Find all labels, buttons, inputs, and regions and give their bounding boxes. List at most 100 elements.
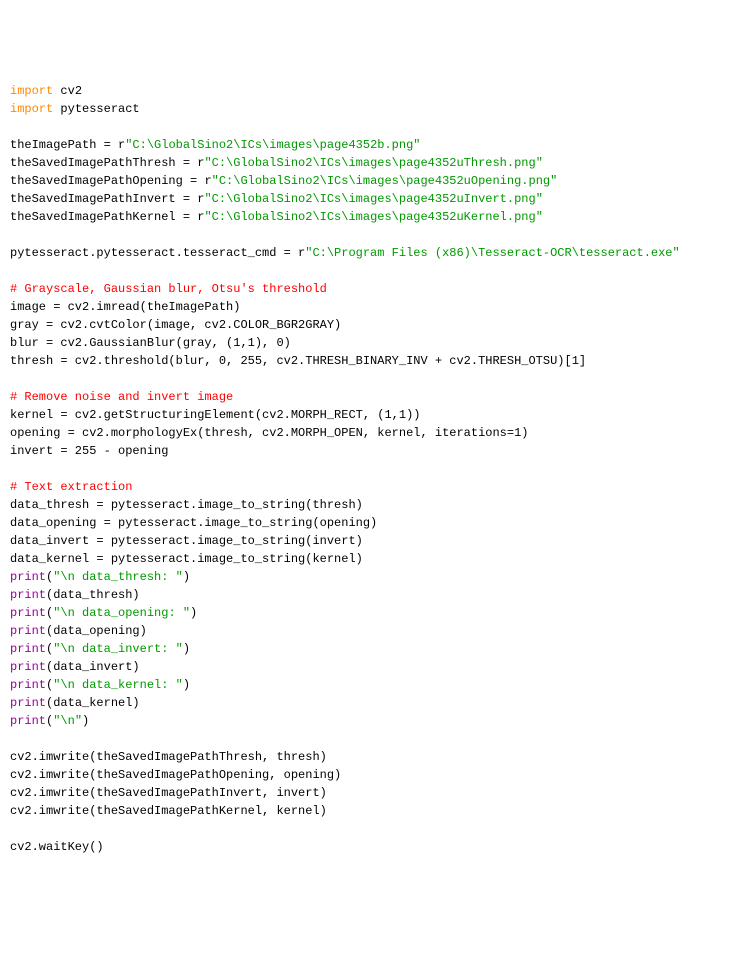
code-token: print	[10, 642, 46, 656]
code-token: print	[10, 570, 46, 584]
code-token: (data_kernel)	[46, 696, 140, 710]
code-token: "C:\GlobalSino2\ICs\images\page4352uOpen…	[212, 174, 558, 188]
code-line: gray = cv2.cvtColor(image, cv2.COLOR_BGR…	[10, 316, 738, 334]
code-token: "\n"	[53, 714, 82, 728]
code-token: "C:\GlobalSino2\ICs\images\page4352b.png…	[125, 138, 420, 152]
code-line	[10, 730, 738, 748]
code-token: theSavedImagePathOpening =	[10, 174, 204, 188]
code-block: import cv2import pytesseract theImagePat…	[10, 82, 738, 856]
code-token: )	[183, 678, 190, 692]
code-line: print(data_thresh)	[10, 586, 738, 604]
code-token: "C:\Program Files (x86)\Tesseract-OCR\te…	[305, 246, 679, 260]
code-line	[10, 118, 738, 136]
code-line: print("\n data_kernel: ")	[10, 676, 738, 694]
code-token: print	[10, 714, 46, 728]
code-line: data_opening = pytesseract.image_to_stri…	[10, 514, 738, 532]
code-line	[10, 820, 738, 838]
code-token: data_invert = pytesseract.image_to_strin…	[10, 534, 363, 548]
code-token: "\n data_thresh: "	[53, 570, 183, 584]
code-line: theSavedImagePathInvert = r"C:\GlobalSin…	[10, 190, 738, 208]
code-token: "C:\GlobalSino2\ICs\images\page4352uThre…	[204, 156, 542, 170]
code-line: thresh = cv2.threshold(blur, 0, 255, cv2…	[10, 352, 738, 370]
code-token: (data_opening)	[46, 624, 147, 638]
code-line: print(data_invert)	[10, 658, 738, 676]
code-line: print("\n data_thresh: ")	[10, 568, 738, 586]
code-token: cv2.imwrite(theSavedImagePathOpening, op…	[10, 768, 341, 782]
code-token: "\n data_invert: "	[53, 642, 183, 656]
code-line: kernel = cv2.getStructuringElement(cv2.M…	[10, 406, 738, 424]
code-token: print	[10, 606, 46, 620]
code-token: kernel = cv2.getStructuringElement(cv2.M…	[10, 408, 420, 422]
code-line: image = cv2.imread(theImagePath)	[10, 298, 738, 316]
code-token: data_thresh = pytesseract.image_to_strin…	[10, 498, 363, 512]
code-token: cv2.imwrite(theSavedImagePathKernel, ker…	[10, 804, 327, 818]
code-token: theSavedImagePathKernel =	[10, 210, 197, 224]
code-token: (	[46, 714, 53, 728]
code-line: theSavedImagePathKernel = r"C:\GlobalSin…	[10, 208, 738, 226]
code-token: r	[204, 174, 211, 188]
code-token: print	[10, 624, 46, 638]
code-token: opening = cv2.morphologyEx(thresh, cv2.M…	[10, 426, 528, 440]
code-line: print(data_kernel)	[10, 694, 738, 712]
code-token: print	[10, 696, 46, 710]
code-token: invert = 255 - opening	[10, 444, 168, 458]
code-token: theSavedImagePathInvert =	[10, 192, 197, 206]
code-line	[10, 370, 738, 388]
code-line: invert = 255 - opening	[10, 442, 738, 460]
code-token: import	[10, 84, 53, 98]
code-line: # Grayscale, Gaussian blur, Otsu's thres…	[10, 280, 738, 298]
code-line: print(data_opening)	[10, 622, 738, 640]
code-token: )	[190, 606, 197, 620]
code-token: # Text extraction	[10, 480, 132, 494]
code-line: cv2.waitKey()	[10, 838, 738, 856]
code-line: data_kernel = pytesseract.image_to_strin…	[10, 550, 738, 568]
code-token: )	[183, 570, 190, 584]
code-line: print("\n data_invert: ")	[10, 640, 738, 658]
code-line: theSavedImagePathOpening = r"C:\GlobalSi…	[10, 172, 738, 190]
code-token: # Remove noise and invert image	[10, 390, 233, 404]
code-token: print	[10, 660, 46, 674]
code-line: cv2.imwrite(theSavedImagePathKernel, ker…	[10, 802, 738, 820]
code-line	[10, 262, 738, 280]
code-line: print("\n")	[10, 712, 738, 730]
code-token: import	[10, 102, 53, 116]
code-token: image = cv2.imread(theImagePath)	[10, 300, 240, 314]
code-line: theSavedImagePathThresh = r"C:\GlobalSin…	[10, 154, 738, 172]
code-token: )	[183, 642, 190, 656]
code-line: blur = cv2.GaussianBlur(gray, (1,1), 0)	[10, 334, 738, 352]
code-line: cv2.imwrite(theSavedImagePathInvert, inv…	[10, 784, 738, 802]
code-token: blur = cv2.GaussianBlur(gray, (1,1), 0)	[10, 336, 291, 350]
code-line: cv2.imwrite(theSavedImagePathOpening, op…	[10, 766, 738, 784]
code-line: # Text extraction	[10, 478, 738, 496]
code-token: (data_invert)	[46, 660, 140, 674]
code-line: import pytesseract	[10, 100, 738, 118]
code-token: gray = cv2.cvtColor(image, cv2.COLOR_BGR…	[10, 318, 341, 332]
code-token: cv2.imwrite(theSavedImagePathInvert, inv…	[10, 786, 327, 800]
code-token: theImagePath =	[10, 138, 118, 152]
code-line	[10, 226, 738, 244]
code-line: pytesseract.pytesseract.tesseract_cmd = …	[10, 244, 738, 262]
code-line: cv2.imwrite(theSavedImagePathThresh, thr…	[10, 748, 738, 766]
code-token: "C:\GlobalSino2\ICs\images\page4352uInve…	[204, 192, 542, 206]
code-line: print("\n data_opening: ")	[10, 604, 738, 622]
code-token: "\n data_kernel: "	[53, 678, 183, 692]
code-token: data_opening = pytesseract.image_to_stri…	[10, 516, 377, 530]
code-token: pytesseract	[53, 102, 139, 116]
code-line	[10, 460, 738, 478]
code-token: # Grayscale, Gaussian blur, Otsu's thres…	[10, 282, 327, 296]
code-line: opening = cv2.morphologyEx(thresh, cv2.M…	[10, 424, 738, 442]
code-line: data_invert = pytesseract.image_to_strin…	[10, 532, 738, 550]
code-token: "\n data_opening: "	[53, 606, 190, 620]
code-token: thresh = cv2.threshold(blur, 0, 255, cv2…	[10, 354, 586, 368]
code-token: cv2.waitKey()	[10, 840, 104, 854]
code-line: import cv2	[10, 82, 738, 100]
code-line: data_thresh = pytesseract.image_to_strin…	[10, 496, 738, 514]
code-token: print	[10, 678, 46, 692]
code-token: )	[82, 714, 89, 728]
code-token: cv2.imwrite(theSavedImagePathThresh, thr…	[10, 750, 327, 764]
code-token: data_kernel = pytesseract.image_to_strin…	[10, 552, 363, 566]
code-token: pytesseract.pytesseract.tesseract_cmd =	[10, 246, 298, 260]
code-token: (data_thresh)	[46, 588, 140, 602]
code-token: print	[10, 588, 46, 602]
code-token: theSavedImagePathThresh =	[10, 156, 197, 170]
